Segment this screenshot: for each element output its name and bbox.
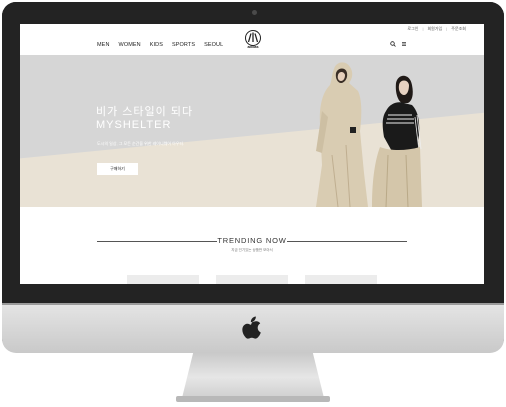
apple-logo-icon	[242, 316, 261, 339]
trending-right-line	[287, 241, 407, 242]
hero-subtitle: MYSHELTER	[96, 119, 172, 131]
trending-subtitle: 지금 인기있는 상품만 모아서	[231, 248, 273, 252]
product-card[interactable]	[127, 275, 199, 284]
monitor-stand	[182, 352, 324, 398]
hero-description: 도시의 일상, 그 모든 순간을 위한 레이니웨어 아우터.	[97, 141, 185, 146]
product-card[interactable]	[305, 275, 377, 284]
main-nav: MEN WOMEN KIDS SPORTS SEOUL	[97, 42, 223, 48]
login-link[interactable]: 로그인	[407, 26, 418, 32]
nav-item-seoul[interactable]: SEOUL	[204, 42, 223, 48]
product-card[interactable]	[216, 275, 288, 284]
nav-item-women[interactable]: WOMEN	[119, 42, 141, 48]
trending-title: TRENDING NOW	[217, 236, 287, 245]
hero-title: 비가 스타일이 되다	[96, 106, 194, 118]
nav-icons	[390, 41, 407, 47]
hero-models-image	[316, 62, 422, 207]
menu-icon[interactable]	[401, 41, 407, 47]
website-screen: 로그인 | 회원가입 | 주문조회 MEN WOMEN KIDS SPORTS …	[20, 24, 484, 284]
nav-item-sports[interactable]: SPORTS	[172, 42, 195, 48]
nav-item-kids[interactable]: KIDS	[150, 42, 163, 48]
camera-icon	[252, 10, 257, 15]
separator: |	[446, 26, 448, 31]
trending-left-line	[97, 241, 217, 242]
monitor-stand-foot	[176, 396, 330, 402]
buy-button[interactable]: 구매하기	[97, 163, 138, 175]
order-lookup-link[interactable]: 주문조회	[451, 26, 466, 32]
top-utility-links: 로그인 | 회원가입 | 주문조회	[407, 26, 466, 32]
signup-link[interactable]: 회원가입	[427, 26, 442, 32]
nav-item-men[interactable]: MEN	[97, 42, 110, 48]
search-icon[interactable]	[390, 41, 396, 47]
hero-banner: 비가 스타일이 되다 MYSHELTER 도시의 일상, 그 모든 순간을 위한…	[20, 55, 484, 207]
separator: |	[422, 26, 424, 31]
logo-wordmark: adidas	[247, 45, 259, 49]
